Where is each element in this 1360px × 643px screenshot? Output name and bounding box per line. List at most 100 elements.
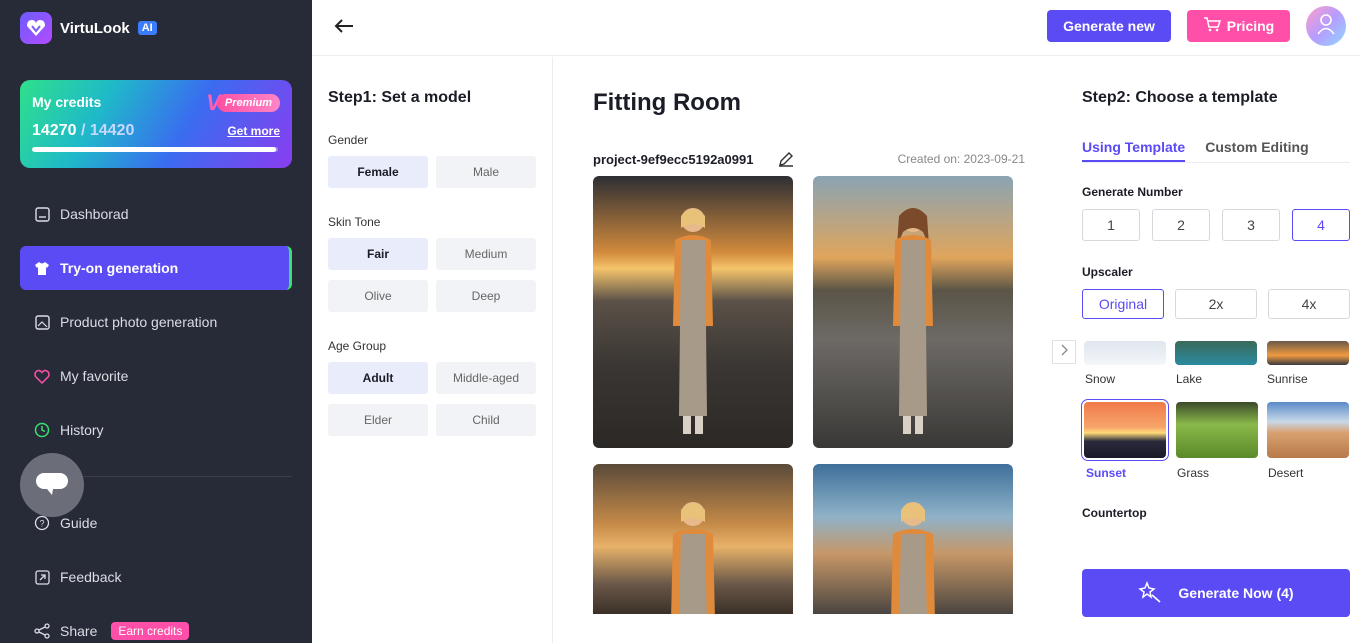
nav-dashboard[interactable]: Dashborad (20, 192, 292, 236)
template-tabs: Using Template Custom Editing (1082, 139, 1350, 163)
template-snow[interactable] (1084, 341, 1166, 365)
credits-total: 14420 (89, 122, 135, 139)
feedback-icon (34, 569, 50, 585)
pricing-button[interactable]: Pricing (1187, 10, 1290, 42)
generate-now-button[interactable]: Generate Now (4) (1082, 569, 1350, 617)
chat-support-button[interactable] (20, 453, 84, 517)
credits-used: 14270 (32, 122, 77, 139)
template-sunrise[interactable] (1267, 341, 1349, 365)
dashboard-icon (34, 206, 50, 222)
step2-panel: Step2: Choose a template Using Template … (1052, 57, 1360, 643)
template-scroll-button[interactable] (1052, 340, 1076, 364)
skin-fair-option[interactable]: Fair (328, 238, 428, 270)
question-icon: ? (34, 515, 50, 531)
earn-credits-badge[interactable]: Earn credits (111, 622, 190, 640)
nav-tryon-label: Try-on generation (60, 260, 179, 276)
back-button[interactable] (330, 14, 358, 42)
upscaler-label: Upscaler (1082, 265, 1133, 279)
topbar: Generate new Pricing (312, 0, 1360, 56)
generated-photo-1[interactable] (593, 176, 793, 448)
svg-text:?: ? (39, 519, 44, 529)
gender-male-option[interactable]: Male (436, 156, 536, 188)
template-sunset-label: Sunset (1086, 466, 1127, 480)
brand-name: VirtuLook (60, 19, 130, 37)
tab-custom-editing[interactable]: Custom Editing (1205, 139, 1308, 162)
generated-photo-2[interactable] (813, 176, 1013, 448)
skin-medium-option[interactable]: Medium (436, 238, 536, 270)
template-grass-label: Grass (1177, 466, 1210, 480)
nav-share-label: Share (60, 623, 98, 639)
age-elder-option[interactable]: Elder (328, 404, 428, 436)
skin-deep-option[interactable]: Deep (436, 280, 536, 312)
template-lake-label: Lake (1176, 372, 1203, 386)
user-icon (1316, 13, 1336, 40)
nav-history[interactable]: History (20, 408, 292, 452)
get-more-link[interactable]: Get more (227, 124, 280, 138)
fitting-room: Fitting Room project-9ef9ecc5192a0991 Cr… (553, 57, 1065, 643)
step1-title: Step1: Set a model (328, 89, 472, 106)
cart-icon (1203, 17, 1221, 35)
upscaler-2x[interactable]: 2x (1175, 289, 1257, 319)
age-group-label: Age Group (328, 339, 387, 353)
premium-badge: V Premium (206, 92, 280, 114)
gender-female-option[interactable]: Female (328, 156, 428, 188)
premium-label: Premium (216, 94, 280, 112)
generate-number-4[interactable]: 4 (1292, 209, 1350, 241)
upscaler-4x[interactable]: 4x (1268, 289, 1350, 319)
sidebar: VirtuLook AI My credits V Premium 14270 … (0, 0, 312, 643)
nav-history-label: History (60, 422, 104, 438)
generate-number-3[interactable]: 3 (1222, 209, 1280, 241)
nav-feedback[interactable]: Feedback (20, 555, 292, 599)
template-desert-label: Desert (1268, 466, 1304, 480)
tab-using-template[interactable]: Using Template (1082, 139, 1186, 162)
skin-olive-option[interactable]: Olive (328, 280, 428, 312)
skin-tone-label: Skin Tone (328, 215, 381, 229)
nav-share[interactable]: Share Earn credits (20, 609, 292, 643)
template-snow-label: Snow (1085, 372, 1116, 386)
generated-photo-4[interactable] (813, 464, 1013, 614)
step2-title: Step2: Choose a template (1082, 89, 1278, 106)
gender-label: Gender (328, 133, 369, 147)
generate-number-label: Generate Number (1082, 185, 1183, 199)
generate-number-1[interactable]: 1 (1082, 209, 1140, 241)
generated-photo-3[interactable] (593, 464, 793, 614)
nav-my-favorite[interactable]: My favorite (20, 354, 292, 398)
created-date: Created on: 2023-09-21 (897, 152, 1025, 166)
pencil-icon[interactable] (777, 150, 795, 168)
magic-star-icon (1138, 580, 1162, 606)
template-lake[interactable] (1175, 341, 1257, 365)
credits-values: 14270 / 14420 (32, 122, 134, 140)
upscaler-original[interactable]: Original (1082, 289, 1164, 319)
age-middle-aged-option[interactable]: Middle-aged (436, 362, 536, 394)
template-grass[interactable] (1176, 402, 1258, 458)
logo-icon (20, 12, 52, 44)
page-title: Fitting Room (593, 89, 741, 116)
nav-tryon-generation[interactable]: Try-on generation (20, 246, 292, 290)
generate-number-2[interactable]: 2 (1152, 209, 1210, 241)
credits-progress-fill (32, 147, 276, 152)
age-adult-option[interactable]: Adult (328, 362, 428, 394)
tshirt-icon (34, 260, 50, 276)
brand[interactable]: VirtuLook AI (20, 12, 157, 44)
product-photo-icon (34, 314, 50, 330)
chat-icon (35, 470, 69, 501)
nav-feedback-label: Feedback (60, 569, 122, 585)
credits-separator: / (76, 122, 90, 139)
project-name: project-9ef9ecc5192a0991 (593, 152, 754, 167)
template-desert[interactable] (1267, 402, 1349, 458)
countertop-label: Countertop (1082, 506, 1147, 520)
template-sunset[interactable] (1081, 399, 1169, 461)
nav-product-label: Product photo generation (60, 314, 218, 330)
credits-card: My credits V Premium 14270 / 14420 Get m… (20, 80, 292, 168)
step1-panel: Step1: Set a model Gender Female Male Sk… (312, 57, 553, 643)
nav-favorite-label: My favorite (60, 368, 129, 384)
nav-product-photo[interactable]: Product photo generation (20, 300, 292, 344)
ai-badge: AI (137, 21, 157, 35)
arrow-left-icon (334, 18, 354, 39)
user-avatar[interactable] (1306, 6, 1346, 46)
heart-icon (34, 368, 50, 384)
generate-new-button[interactable]: Generate new (1047, 10, 1171, 42)
age-child-option[interactable]: Child (436, 404, 536, 436)
chevron-right-icon (1059, 343, 1069, 361)
history-icon (34, 422, 50, 438)
